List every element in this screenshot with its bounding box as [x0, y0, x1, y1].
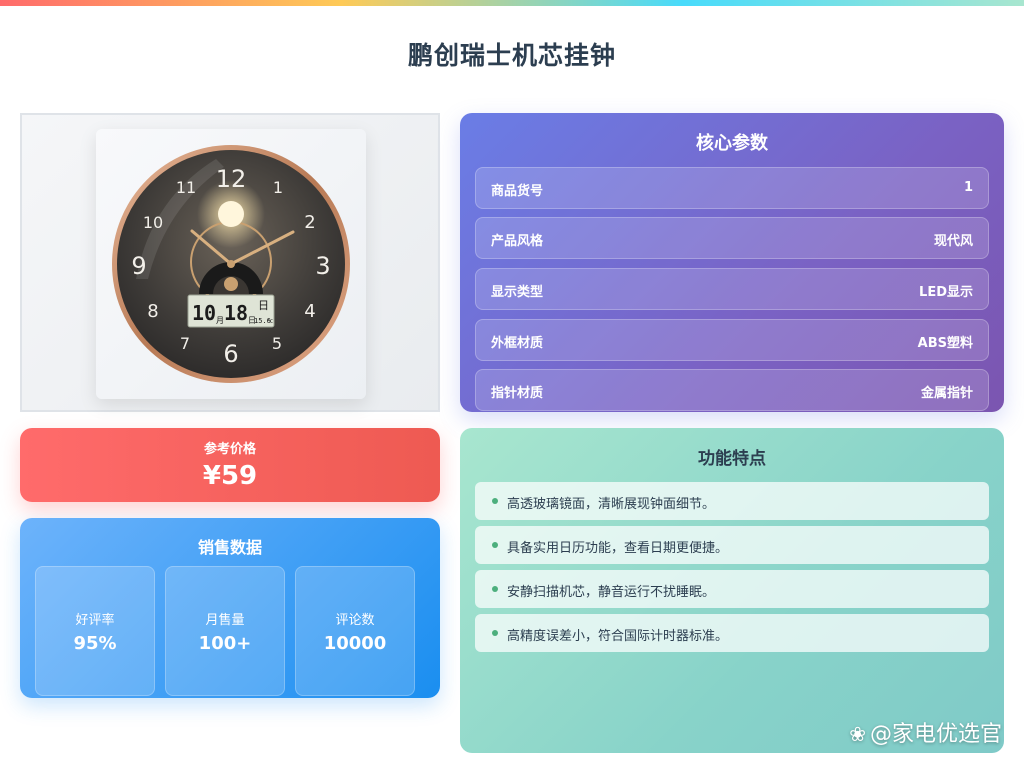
- lcd-month-unit: 月: [216, 316, 224, 325]
- stat-card-reviews: 评论数 10000: [295, 566, 415, 696]
- param-value: 1: [963, 180, 973, 195]
- stat-value: 95%: [73, 633, 117, 654]
- clock-number: 7: [180, 334, 190, 353]
- feature-text: 高精度误差小，符合国际计时器标准。: [507, 629, 729, 644]
- clock-number: 6: [223, 340, 238, 368]
- param-value: 金属指针: [920, 386, 973, 401]
- stat-label: 好评率: [75, 613, 115, 628]
- clock-number: 3: [315, 252, 330, 280]
- stat-card-monthly-sales: 月售量 100+: [165, 566, 285, 696]
- bullet-icon: [492, 630, 498, 636]
- feature-text: 具备实用日历功能，查看日期更便捷。: [507, 541, 729, 556]
- param-key: 产品风格: [491, 234, 544, 249]
- feature-item: 安静扫描机芯，静音运行不扰睡眠。: [475, 570, 989, 608]
- clock-number: 8: [147, 301, 158, 322]
- features-title: 功能特点: [698, 449, 766, 469]
- param-key: 外框材质: [491, 336, 544, 351]
- bullet-icon: [492, 586, 498, 592]
- paw-icon: ❀: [849, 722, 866, 746]
- param-row: 产品风格 现代风: [475, 217, 989, 259]
- core-params-title: 核心参数: [696, 133, 768, 154]
- feature-item: 高透玻璃镜面，清晰展现钟面细节。: [475, 482, 989, 520]
- feature-item: 高精度误差小，符合国际计时器标准。: [475, 614, 989, 652]
- watermark-text: @家电优选官: [869, 722, 1002, 747]
- clock-number: 12: [216, 165, 247, 193]
- stat-value: 100+: [198, 633, 252, 654]
- param-value: ABS塑料: [917, 336, 973, 351]
- stat-card-rating: 好评率 95%: [35, 566, 155, 696]
- param-key: 商品货号: [491, 184, 544, 199]
- lcd-month: 10: [192, 301, 216, 325]
- stat-label: 月售量: [205, 613, 245, 628]
- param-row: 商品货号 1: [475, 167, 989, 209]
- param-row: 指针材质 金属指针: [475, 369, 989, 411]
- price-panel: 参考价格 ¥59: [20, 428, 440, 502]
- param-row: 外框材质 ABS塑料: [475, 319, 989, 361]
- product-image-panel: 12 1 2 3 4 5 6 7 8 9 10 11 10 月 18 日 日 1…: [20, 113, 440, 412]
- feature-text: 安静扫描机芯，静音运行不扰睡眠。: [507, 585, 716, 600]
- wall-clock-image: 12 1 2 3 4 5 6 7 8 9 10 11 10 月 18 日 日 1…: [112, 145, 350, 383]
- price-label: 参考价格: [203, 442, 256, 457]
- param-value: LED显示: [919, 285, 973, 300]
- price-value: ¥59: [202, 461, 258, 491]
- features-panel: 功能特点 高透玻璃镜面，清晰展现钟面细节。 具备实用日历功能，查看日期更便捷。 …: [460, 428, 1004, 753]
- param-key: 指针材质: [491, 386, 544, 401]
- clock-number: 5: [272, 334, 282, 353]
- clock-number: 11: [176, 178, 196, 197]
- bullet-icon: [492, 498, 498, 504]
- watermark: ❀ @家电优选官: [849, 716, 1002, 748]
- param-key: 显示类型: [491, 285, 544, 300]
- lcd-day: 18: [224, 301, 248, 325]
- bullet-icon: [492, 542, 498, 548]
- sales-title: 销售数据: [197, 538, 262, 557]
- lcd-temp-unit: °C: [267, 319, 273, 325]
- accent-bar: [0, 0, 1024, 6]
- feature-text: 高透玻璃镜面，清晰展现钟面细节。: [507, 497, 716, 512]
- param-value: 现代风: [933, 234, 973, 249]
- stat-label: 评论数: [335, 613, 375, 628]
- sales-panel: 销售数据 好评率 95% 月售量 100+ 评论数 10000: [20, 518, 440, 698]
- clock-number: 9: [131, 252, 146, 280]
- clock-number: 1: [273, 178, 283, 197]
- lcd-weekday: 日: [258, 299, 269, 312]
- feature-item: 具备实用日历功能，查看日期更便捷。: [475, 526, 989, 564]
- core-params-panel: 核心参数 商品货号 1 产品风格 现代风 显示类型 LED显示 外框材质 ABS…: [460, 113, 1004, 412]
- clock-number: 4: [304, 301, 315, 322]
- clock-number: 10: [143, 213, 163, 232]
- clock-number: 2: [304, 212, 315, 233]
- stat-value: 10000: [323, 633, 387, 654]
- page-title: 鹏创瑞士机芯挂钟: [407, 41, 616, 70]
- product-image: 12 1 2 3 4 5 6 7 8 9 10 11 10 月 18 日 日 1…: [96, 129, 366, 399]
- param-row: 显示类型 LED显示: [475, 268, 989, 310]
